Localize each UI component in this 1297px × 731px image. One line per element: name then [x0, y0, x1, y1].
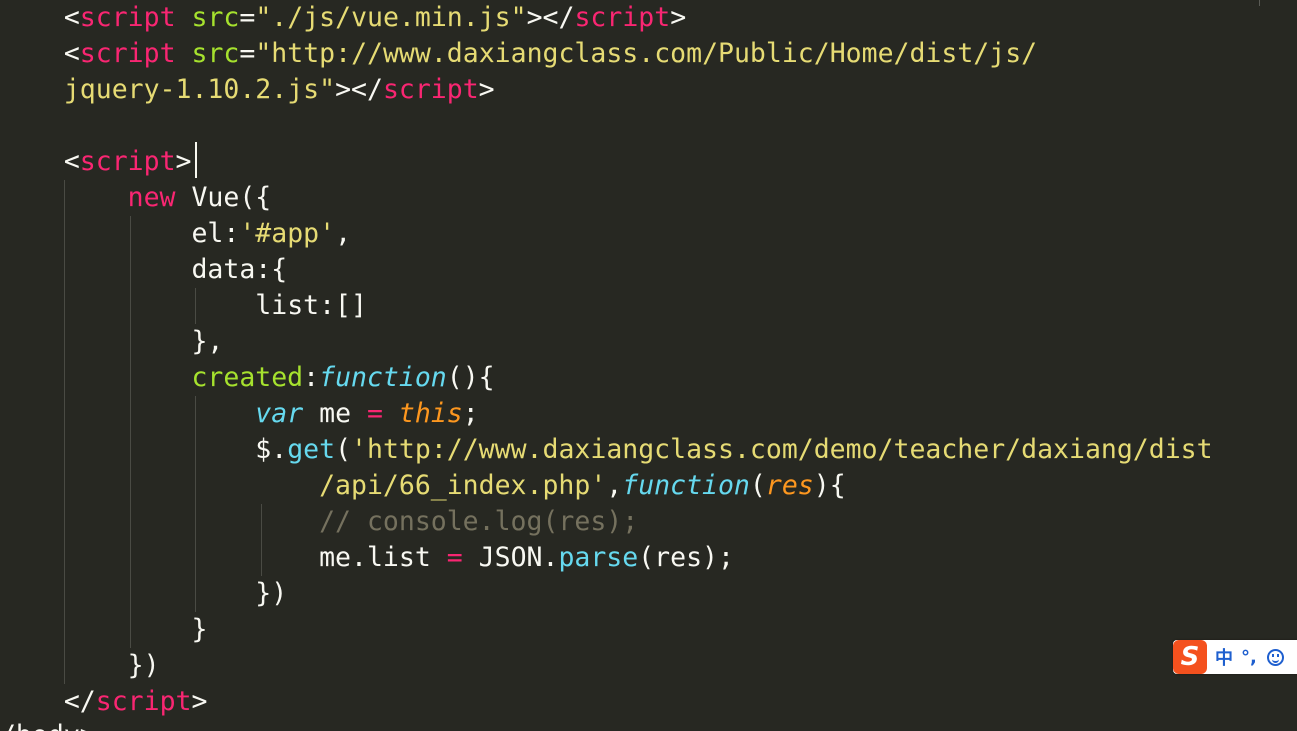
code-line-6[interactable]: el:'#app',	[0, 216, 351, 252]
code-line-13[interactable]: // console.log(res);	[0, 504, 638, 540]
minimap-edge	[1259, 0, 1260, 6]
code-line-2-wrap[interactable]: jquery-1.10.2.js"></script>	[0, 72, 495, 108]
code-line-19[interactable]: </body>	[0, 718, 96, 731]
code-line-8[interactable]: list:[]	[0, 288, 367, 324]
code-line-1[interactable]: <script src="./js/vue.min.js"></script>	[0, 0, 686, 36]
code-line-4[interactable]: <script>	[0, 144, 192, 180]
code-line-11[interactable]: var me = this;	[0, 396, 478, 432]
code-line-14[interactable]: me.list = JSON.parse(res);	[0, 540, 734, 576]
ime-language-toggle[interactable]: 中	[1215, 644, 1233, 670]
code-line-5[interactable]: new Vue({	[0, 180, 272, 216]
code-line-18[interactable]: </script>	[0, 684, 208, 720]
ime-punctuation-toggle[interactable]: °,	[1241, 647, 1257, 668]
code-line-10[interactable]: created:function(){	[0, 360, 494, 396]
code-line-15[interactable]: })	[0, 576, 287, 612]
smiley-icon[interactable]	[1266, 648, 1284, 666]
code-line-12[interactable]: $.get('http://www.daxiangclass.com/demo/…	[0, 432, 1212, 468]
code-line-12-wrap[interactable]: /api/66_index.php',function(res){	[0, 468, 846, 504]
ime-status-bar[interactable]: S 中 °,	[1173, 640, 1297, 674]
code-line-17[interactable]: })	[0, 648, 160, 684]
code-line-2[interactable]: <script src="http://www.daxiangclass.com…	[0, 36, 1037, 72]
code-line-9[interactable]: },	[0, 324, 223, 360]
code-line-7[interactable]: data:{	[0, 252, 287, 288]
code-line-16[interactable]: }	[0, 612, 207, 648]
code-editor[interactable]: <script src="./js/vue.min.js"></script> …	[0, 0, 1297, 731]
sogou-s-icon[interactable]: S	[1173, 640, 1207, 674]
text-cursor	[195, 142, 197, 178]
